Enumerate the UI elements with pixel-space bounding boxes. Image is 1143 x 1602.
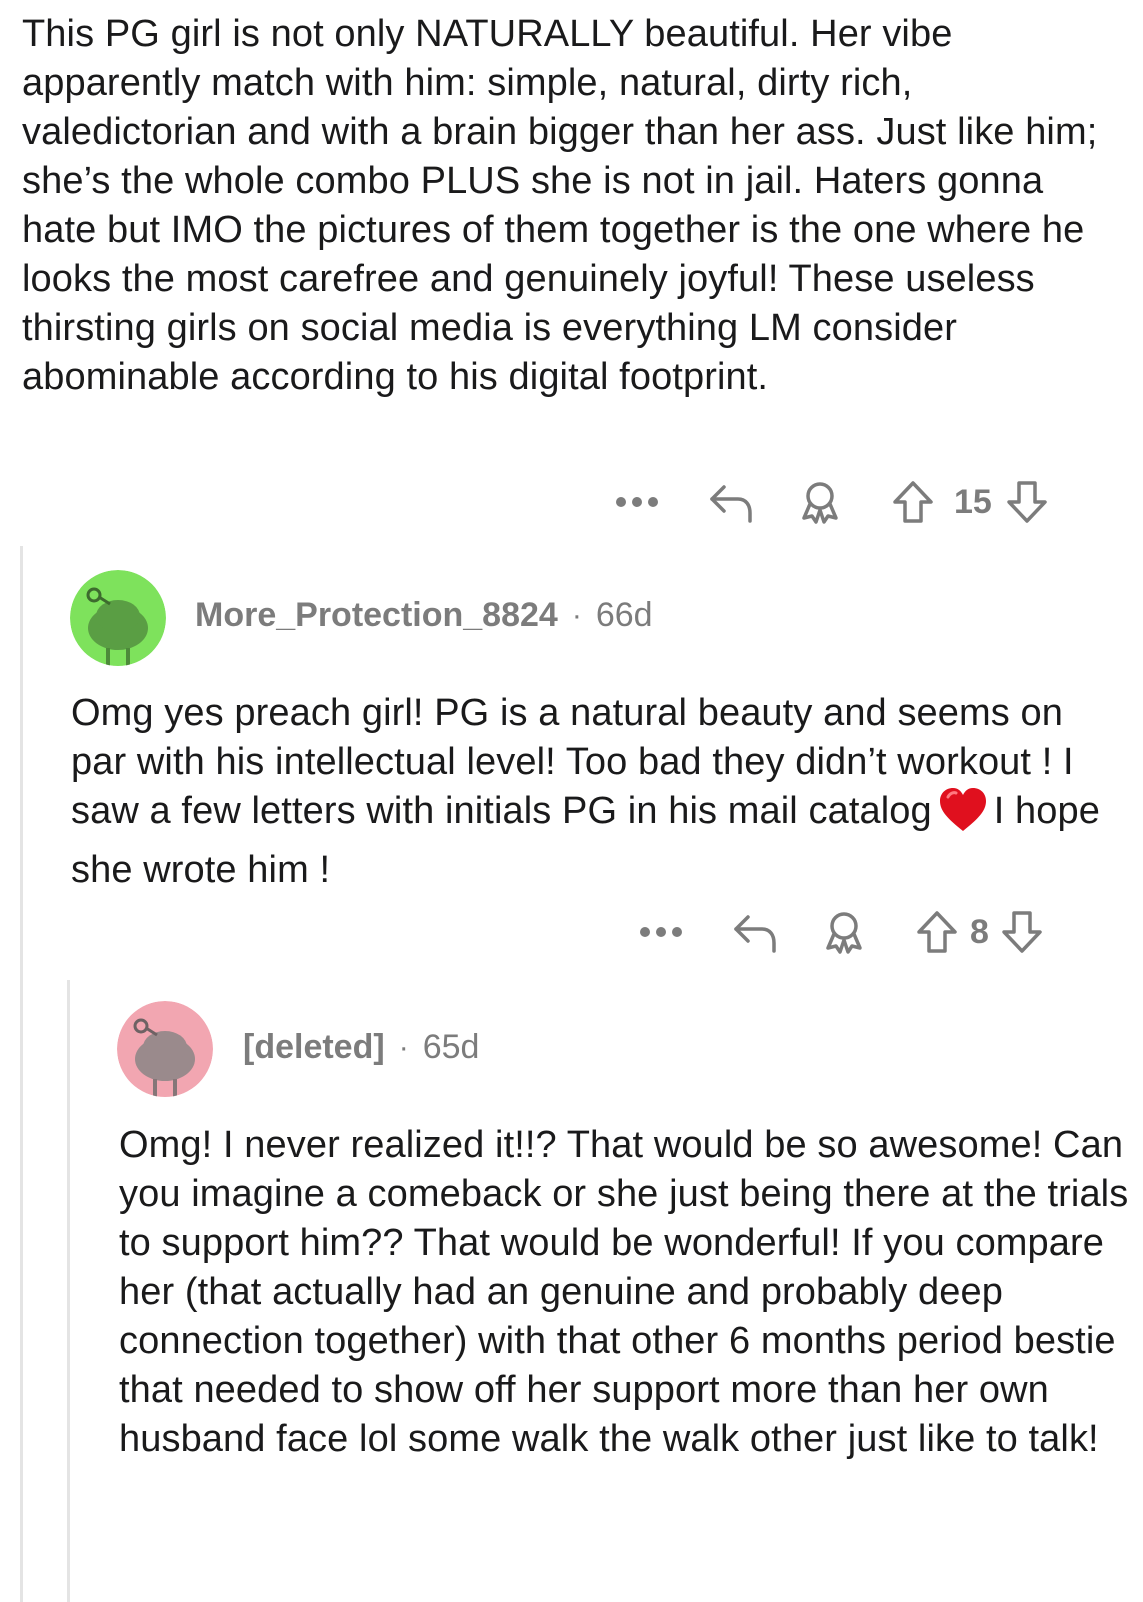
snoo-avatar-icon (70, 570, 166, 666)
thread-line-level-1[interactable] (20, 546, 23, 1602)
reply-arrow-icon[interactable] (732, 911, 778, 953)
downvote-arrow-icon[interactable] (1001, 910, 1043, 954)
top-comment-action-bar: 15 (614, 478, 1048, 526)
reply1-action-bar: 8 (638, 908, 1043, 956)
more-dots-icon[interactable] (638, 926, 684, 938)
avatar[interactable] (117, 1001, 213, 1097)
reply1-body: Omg yes preach girl! PG is a natural bea… (71, 689, 1121, 895)
reply-arrow-icon[interactable] (708, 481, 754, 523)
vote-count: 8 (970, 912, 989, 951)
reply1-meta: More_Protection_8824 · 66d (195, 596, 653, 635)
more-dots-icon[interactable] (614, 496, 660, 508)
vote-count: 15 (954, 482, 992, 521)
top-comment-body: This PG girl is not only NATURALLY beaut… (22, 13, 1098, 398)
award-icon[interactable] (798, 480, 842, 524)
username[interactable]: More_Protection_8824 (195, 596, 558, 635)
downvote-arrow-icon[interactable] (1006, 480, 1048, 524)
separator-dot: · (571, 598, 582, 632)
upvote-arrow-icon[interactable] (892, 480, 934, 524)
avatar[interactable] (70, 570, 166, 666)
thread-line-level-2[interactable] (67, 980, 70, 1602)
upvote-arrow-icon[interactable] (916, 910, 958, 954)
reply2-meta: [deleted] · 65d (243, 1028, 479, 1067)
reply2-body: Omg! I never realized it!!? That would b… (119, 1124, 1129, 1460)
award-icon[interactable] (822, 910, 866, 954)
reply1-body-text: Omg yes preach girl! PG is a natural bea… (71, 692, 1074, 832)
red-heart-emoji (938, 787, 988, 846)
timestamp: 66d (595, 596, 653, 634)
username[interactable]: [deleted] (243, 1028, 385, 1067)
snoo-avatar-icon (117, 1001, 213, 1097)
timestamp: 65d (422, 1028, 480, 1066)
separator-dot: · (398, 1030, 409, 1064)
